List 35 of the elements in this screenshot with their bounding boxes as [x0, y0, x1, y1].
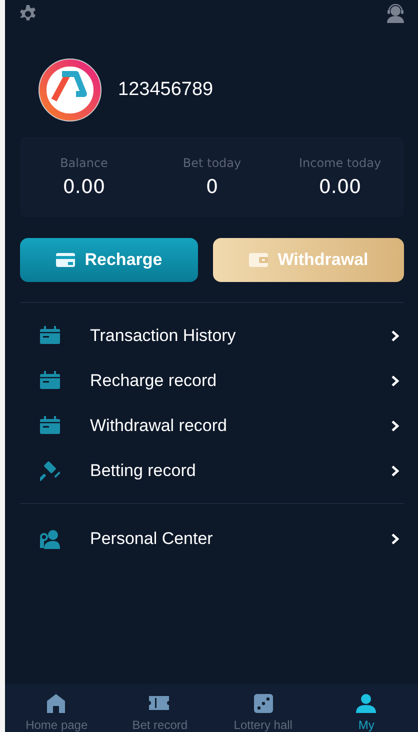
- tab[interactable]: Home page: [5, 684, 108, 732]
- chevron-right-icon: [391, 420, 399, 432]
- tab[interactable]: Lottery hall: [212, 684, 315, 732]
- stat-value: 0: [206, 176, 218, 198]
- person-icon: [40, 528, 60, 548]
- recharge-button[interactable]: Recharge: [20, 238, 198, 282]
- chevron-right-icon: [391, 330, 399, 342]
- stat-label: Bet today: [182, 156, 242, 170]
- menu-item[interactable]: Recharge record: [20, 358, 404, 403]
- calendar-icon: [40, 326, 60, 346]
- menu-item[interactable]: Withdrawal record: [20, 403, 404, 448]
- username: 123456789: [118, 79, 214, 101]
- menu-item[interactable]: Betting record: [20, 448, 404, 493]
- stat-value: 0.00: [62, 176, 106, 198]
- chevron-right-icon: [391, 532, 399, 544]
- avatar-icon: [38, 58, 102, 122]
- menu-item[interactable]: Personal Center: [20, 516, 404, 561]
- tab[interactable]: Bet record: [108, 684, 212, 732]
- home-icon: [46, 693, 68, 714]
- gavel-icon: [40, 460, 60, 480]
- calendar-icon: [40, 370, 60, 390]
- stat-label: Income today: [298, 156, 382, 170]
- settings-icon[interactable]: [19, 4, 37, 22]
- tab[interactable]: My: [314, 684, 418, 732]
- menu-item[interactable]: Transaction History: [20, 313, 404, 358]
- chevron-right-icon: [391, 464, 399, 476]
- calendar-icon: [40, 416, 60, 436]
- stat-label: Balance: [60, 156, 108, 170]
- user-icon: [356, 693, 377, 714]
- stat-value: 0.00: [318, 176, 362, 198]
- chevron-right-icon: [391, 374, 399, 386]
- support-agent-icon[interactable]: [386, 4, 405, 23]
- dice-icon: [252, 693, 274, 714]
- wallet-icon: [248, 252, 268, 268]
- card-icon: [56, 252, 75, 268]
